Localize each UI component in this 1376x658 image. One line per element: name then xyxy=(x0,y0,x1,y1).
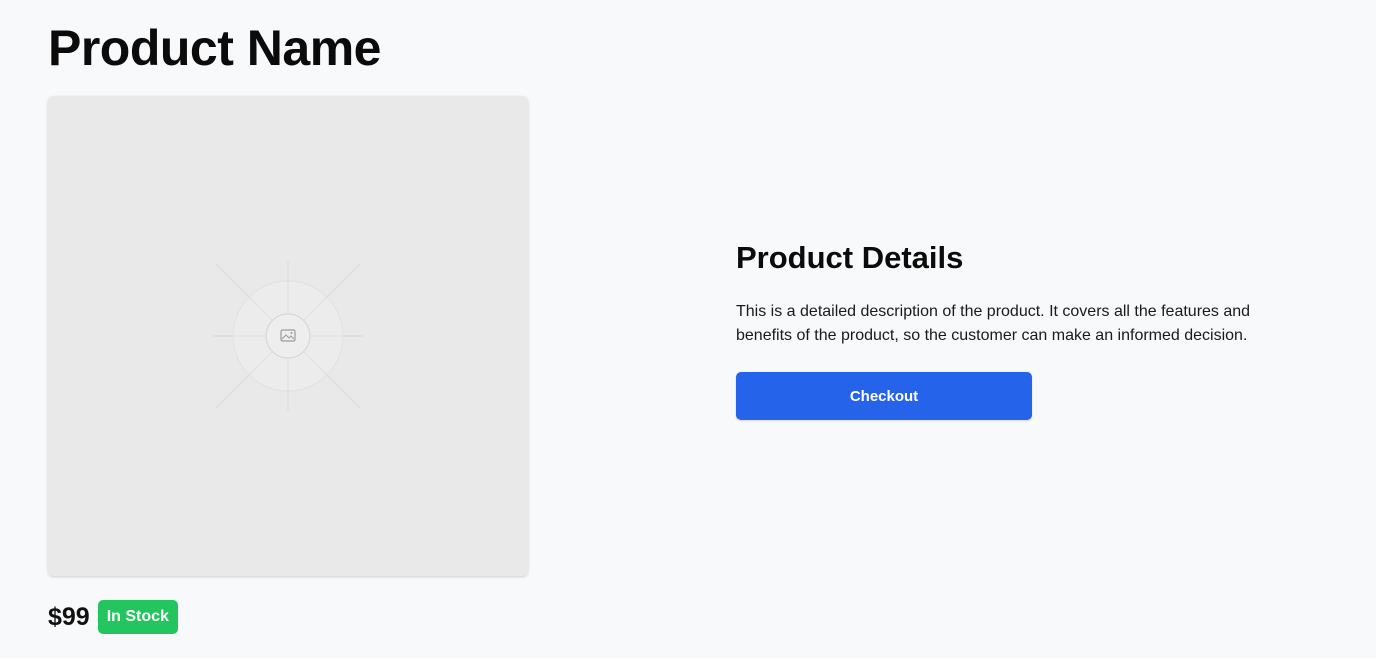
details-description: This is a detailed description of the pr… xyxy=(736,303,1251,344)
stock-status-badge: In Stock xyxy=(97,600,178,634)
price-row: $99 In Stock xyxy=(48,600,178,634)
product-details: Product Details This is a detailed descr… xyxy=(736,238,1316,420)
product-title: Product Name xyxy=(48,20,381,76)
product-page: Product Name $99 In Stock Product Detail… xyxy=(0,0,1376,658)
product-image xyxy=(48,96,528,576)
product-price: $99 xyxy=(48,603,90,631)
image-placeholder-icon xyxy=(213,261,363,411)
checkout-button[interactable]: Checkout xyxy=(736,372,1032,420)
details-heading: Product Details xyxy=(736,240,964,275)
